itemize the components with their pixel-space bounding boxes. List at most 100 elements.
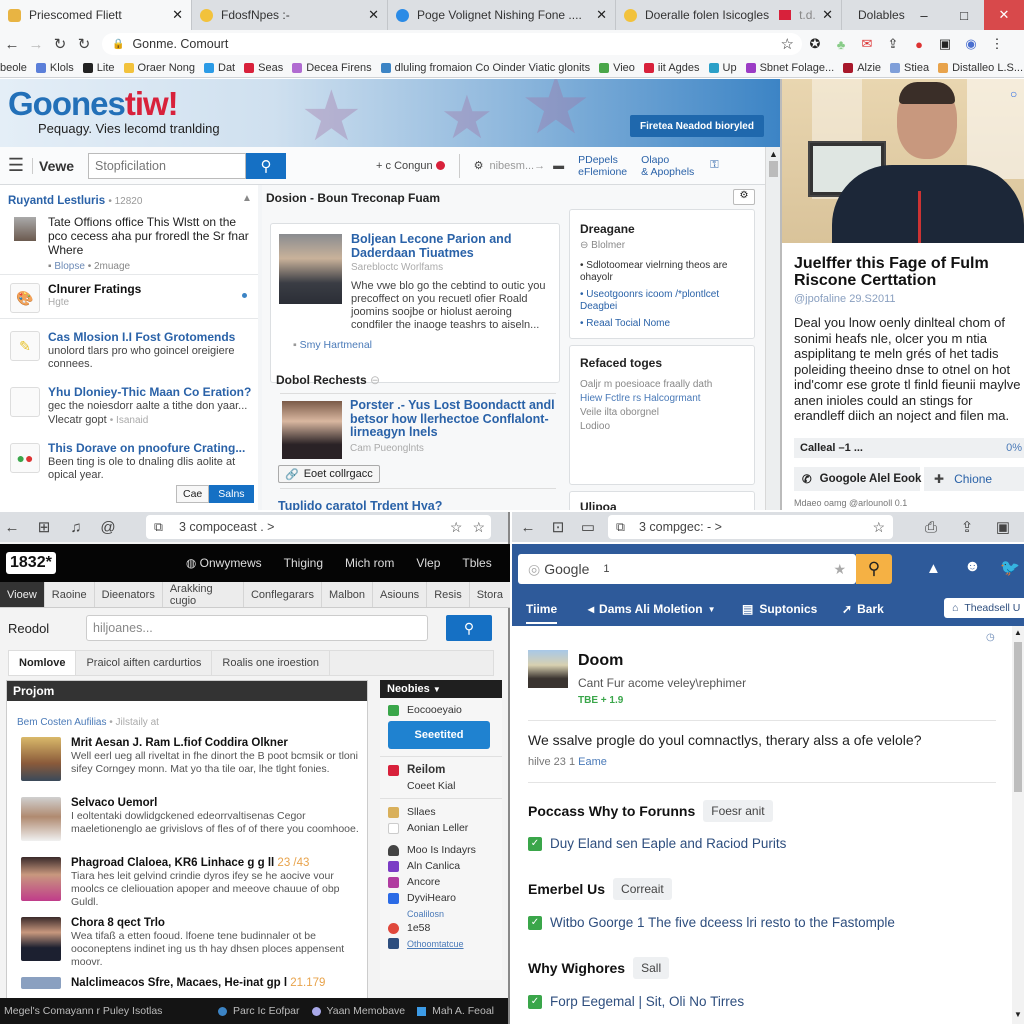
- checkbox-checked-icon[interactable]: ✓: [528, 915, 542, 930]
- toolbar-link-depels[interactable]: PDepels eFlemione: [578, 154, 627, 178]
- meta-link[interactable]: Blopse: [54, 261, 85, 272]
- section-item[interactable]: ✓ Duy Eland sen Eaple and Raciod Purits: [528, 836, 786, 851]
- list-item[interactable]: Chora 8 qect Trlo Wea tifaß a etten foou…: [21, 917, 361, 969]
- bookmark-star-icon[interactable]: ☆: [450, 519, 463, 536]
- category-tab[interactable]: Resis: [427, 582, 470, 607]
- list-item[interactable]: Phagroad Claloea, KR6 Linhace g g ll 23 …: [21, 857, 361, 909]
- category-tab[interactable]: Conflegarars: [244, 582, 322, 607]
- thread-title[interactable]: This Dorave on pnoofure Crating...: [48, 441, 245, 455]
- back-icon[interactable]: ←: [0, 36, 24, 53]
- sidebar-icon[interactable]: ⊞: [32, 518, 56, 536]
- section-item[interactable]: ✓ Forp Eegemal | Sit, Oli No Tirres: [528, 994, 744, 1009]
- scroll-up-icon[interactable]: ▲: [769, 149, 778, 159]
- section-pill[interactable]: Correait: [613, 878, 672, 900]
- sidebar-thread-item[interactable]: Tate Offions office This Wlstt on the pc…: [0, 209, 258, 275]
- browser-tab-2[interactable]: FdosfNpes :- ✕: [192, 0, 388, 30]
- user-icon[interactable]: ☻: [964, 558, 981, 576]
- back-icon[interactable]: ←: [0, 519, 24, 536]
- vertical-scrollbar[interactable]: ▲: [765, 147, 780, 510]
- reader-icon[interactable]: ▣: [991, 518, 1015, 536]
- save-button[interactable]: Salns: [209, 485, 254, 503]
- address-bar[interactable]: ⧉ 3 compgec: - > ☆: [608, 515, 893, 539]
- hamburger-menu-icon[interactable]: ☰: [0, 155, 32, 176]
- sidebar-thread-item[interactable]: 🎨 Clnurer Fratings Hgte: [0, 275, 258, 319]
- bookmark-item[interactable]: Alzie: [843, 62, 881, 74]
- site-logo[interactable]: Goonestiw!: [8, 85, 179, 123]
- article-title[interactable]: Porster .- Yus Lost Boondactt andl betso…: [350, 398, 560, 440]
- category-tab[interactable]: Raoine: [45, 582, 95, 607]
- bookmark-item[interactable]: Distalleo L.S...: [938, 62, 1023, 74]
- browser-tab-3[interactable]: Poge Volignet Nishing Fone .... ✕: [388, 0, 616, 30]
- profile-name[interactable]: Doom: [578, 652, 623, 670]
- widget-row[interactable]: Aln Canlica: [388, 860, 460, 872]
- back-icon[interactable]: ←: [516, 519, 540, 536]
- nav-item[interactable]: Thiging: [284, 556, 323, 570]
- category-tab[interactable]: Malbon: [322, 582, 374, 607]
- list-item[interactable]: • Useotgoonrs icoom /*plontlcet Deagbei: [580, 289, 750, 313]
- collapse-button[interactable]: 🔗 Eoet collrgacc: [278, 465, 380, 483]
- bookmark-item[interactable]: Lite: [82, 62, 115, 74]
- bookmark-star-icon[interactable]: ☆: [872, 519, 885, 536]
- checkbox-checked-icon[interactable]: ✓: [528, 836, 542, 851]
- nav-tab[interactable]: ▤ Suptonics: [742, 602, 817, 616]
- widget-row[interactable]: Moo Is Indayrs: [388, 844, 476, 856]
- bookmark-item[interactable]: Vieo: [599, 62, 635, 74]
- category-tab[interactable]: Arakking cugio: [163, 582, 244, 607]
- reading-list-icon[interactable]: ⎙: [919, 519, 943, 536]
- thread-title[interactable]: Cas Mlosion I.I Fost Grotomends: [48, 330, 235, 344]
- thread-title[interactable]: Yhu Dloniey-Thic Maan Co Eration?: [48, 385, 251, 399]
- window-icon[interactable]: ▭: [576, 518, 600, 536]
- section-pill[interactable]: Sall: [633, 957, 670, 979]
- category-tab[interactable]: Stora: [470, 582, 510, 607]
- step-indicator[interactable]: ⚙ nibesm...→ ▬: [474, 159, 565, 173]
- site-logo[interactable]: 1832*: [6, 552, 56, 574]
- extension-record-icon[interactable]: ●: [906, 37, 932, 52]
- forward-icon[interactable]: →: [24, 36, 48, 53]
- article-title[interactable]: Tuplido caratol Trdent Hya?: [278, 499, 442, 510]
- group-title[interactable]: Bem Costen Aufilias: [17, 717, 107, 728]
- nav-item[interactable]: Vlep: [416, 556, 440, 570]
- settings-icon[interactable]: ⚙: [733, 189, 755, 205]
- sidebar-header-title[interactable]: Ruyantd Lestluris: [8, 195, 105, 207]
- scroll-up-icon[interactable]: ▲: [1014, 628, 1022, 637]
- scroll-thumb[interactable]: [1014, 642, 1022, 792]
- category-tab[interactable]: Dieenators: [95, 582, 163, 607]
- bookmark-item[interactable]: Oraer Nong: [123, 62, 195, 74]
- user-lock-icon[interactable]: ⚿: [710, 159, 718, 172]
- site-search-input[interactable]: Stopficilation: [88, 152, 247, 179]
- reload-icon[interactable]: ↻: [48, 35, 72, 53]
- tab-view[interactable]: Vioew: [0, 582, 45, 607]
- category-tab[interactable]: Asiouns: [373, 582, 428, 607]
- bookmark-item[interactable]: Decea Firens: [292, 62, 372, 74]
- tag-link[interactable]: Hiew Fctlre rs Halcogrmant: [580, 392, 712, 406]
- tab-icon[interactable]: ⊡: [546, 518, 570, 536]
- banner-cta-button[interactable]: Firetea Neadod bioryled: [630, 115, 764, 137]
- bookmark-item[interactable]: iit Agdes: [643, 62, 700, 74]
- close-tab-icon[interactable]: ✕: [368, 7, 379, 23]
- chart-icon[interactable]: ▲: [926, 560, 941, 577]
- profile-avatar-icon[interactable]: ◉: [958, 36, 984, 52]
- header-action-button[interactable]: ⌂ Theadsell U: [944, 598, 1024, 618]
- widget-row[interactable]: Othoomtatcue: [388, 938, 464, 949]
- bookmark-item[interactable]: Sbnet Folage...: [745, 62, 834, 74]
- maximize-button[interactable]: □: [944, 0, 984, 30]
- list-item[interactable]: • Reaal Tocial Nome: [580, 318, 750, 330]
- bookmark-star-icon[interactable]: ☆: [781, 35, 794, 53]
- extension-leaf-icon[interactable]: ♣: [828, 37, 854, 52]
- nav-item[interactable]: ◍ Onwymews: [186, 556, 262, 570]
- close-tab-icon[interactable]: ✕: [172, 7, 183, 23]
- add-congun-button[interactable]: + c Congun: [376, 160, 445, 172]
- close-tab-icon[interactable]: ✕: [822, 7, 833, 23]
- checkbox-checked-icon[interactable]: ✓: [528, 994, 542, 1009]
- bookmark-item[interactable]: Dat: [204, 62, 235, 74]
- article-author-handle[interactable]: @jpofaline 29.S2011: [794, 293, 895, 305]
- list-item[interactable]: Mrit Aesan J. Ram L.fiof Coddira Olkner …: [21, 737, 361, 789]
- subtab[interactable]: Roalis one iroestion: [212, 651, 331, 675]
- widget-row[interactable]: Reilom: [388, 764, 445, 776]
- bookmark-item[interactable]: dluling fromaion Co Oinder Viatic glonit…: [380, 62, 590, 74]
- article-footer[interactable]: ▪ Smy Hartmenal: [293, 339, 372, 351]
- widget-primary-button[interactable]: Seeetited: [388, 721, 490, 749]
- browser-tab-4[interactable]: Doeralle folen Isicogles t.d. ✕: [616, 0, 842, 30]
- extension-puzzle-icon[interactable]: ✪: [802, 36, 828, 52]
- status-item[interactable]: Yaan Memobave: [311, 1005, 405, 1017]
